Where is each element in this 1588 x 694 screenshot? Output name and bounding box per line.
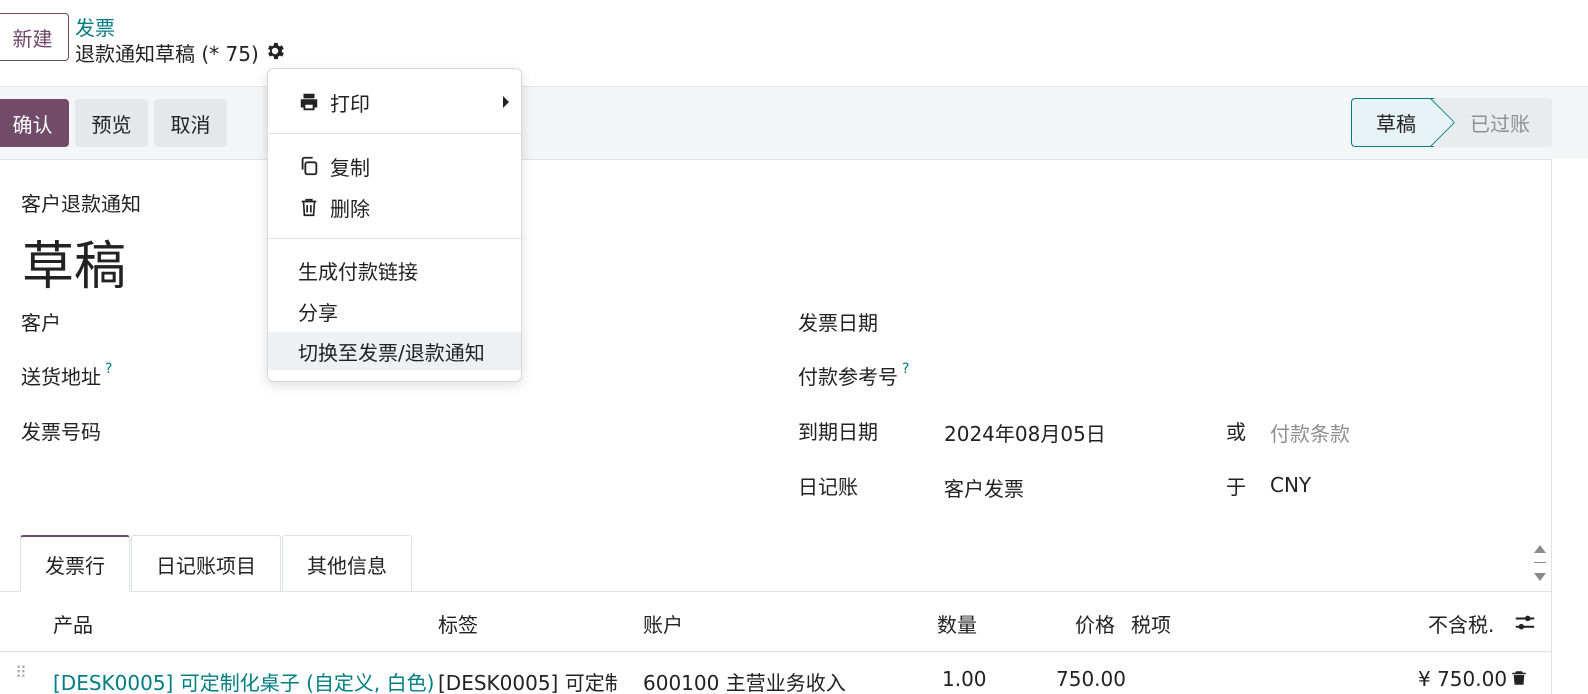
action-dropdown-menu: 打印 复制 删除 生成付款链接 分享 切换至发票/退款通知 [267, 68, 522, 382]
scroll-up-arrow[interactable] [1534, 545, 1546, 553]
column-header-taxes[interactable]: 税项 [1131, 609, 1171, 638]
help-tooltip-icon[interactable]: ? [105, 361, 112, 377]
menu-item-duplicate[interactable]: 复制 [268, 147, 521, 185]
journal-field[interactable]: 客户发票 [944, 473, 1024, 502]
printer-icon [300, 93, 318, 111]
payment-reference-label: 付款参考号? [798, 361, 909, 390]
column-header-label[interactable]: 标签 [438, 609, 478, 638]
due-date-label: 到期日期 [798, 420, 878, 444]
optional-columns-icon[interactable] [1514, 612, 1536, 634]
row-product[interactable]: [DESK0005] 可定制化桌子 (自定义, 白色) [53, 667, 434, 694]
drag-handle-icon[interactable]: ⠿ [15, 665, 29, 688]
breadcrumb-parent[interactable]: 发票 [75, 12, 115, 41]
or-label: 或 [1226, 420, 1246, 444]
control-bar: 确认 预览 取消 草稿 已过账 [0, 87, 1588, 159]
payment-terms-field[interactable]: 付款条款 [1270, 418, 1350, 447]
breadcrumb-current: 退款通知草稿 (* 75) [75, 42, 259, 66]
column-header-quantity[interactable]: 数量 [937, 609, 977, 638]
journal-label: 日记账 [798, 475, 858, 499]
invoice-date-label: 发票日期 [798, 311, 878, 335]
menu-item-duplicate-label: 复制 [330, 155, 370, 180]
scrollbar-track[interactable] [1534, 562, 1546, 563]
caret-right-icon [503, 96, 509, 108]
invoice-number-label: 发票号码 [21, 420, 101, 444]
menu-item-switch-invoice-refund[interactable]: 切换至发票/退款通知 [268, 332, 521, 370]
menu-item-delete[interactable]: 删除 [268, 188, 521, 226]
new-button[interactable]: 新建 [0, 13, 69, 61]
scroll-down-arrow[interactable] [1534, 573, 1546, 581]
currency-field[interactable]: CNY [1270, 473, 1311, 497]
confirm-button[interactable]: 确认 [0, 99, 69, 147]
row-price[interactable]: 750.00 [1056, 667, 1126, 691]
menu-item-print[interactable]: 打印 [268, 83, 521, 121]
delivery-address-label: 送货地址? [21, 361, 112, 390]
delete-row-icon[interactable] [1510, 668, 1528, 688]
menu-item-delete-label: 删除 [330, 196, 370, 221]
column-header-account[interactable]: 账户 [643, 609, 683, 638]
tab-journal-items[interactable]: 日记账项目 [131, 535, 281, 592]
top-header: 新建 发票 退款通知草稿 (* 75) [0, 0, 1588, 87]
document-type: 客户退款通知 [21, 192, 141, 216]
tab-other-info[interactable]: 其他信息 [282, 535, 412, 592]
preview-button[interactable]: 预览 [75, 99, 148, 147]
status-draft[interactable]: 草稿 [1351, 98, 1434, 147]
menu-divider [268, 133, 521, 134]
row-quantity[interactable]: 1.00 [942, 667, 987, 691]
menu-item-print-label: 打印 [330, 91, 370, 116]
menu-item-payment-link[interactable]: 生成付款链接 [268, 251, 521, 289]
customer-label: 客户 [21, 311, 61, 335]
cancel-button[interactable]: 取消 [154, 99, 227, 147]
due-date-field[interactable]: 2024年08月05日 [944, 418, 1106, 447]
page-title: 草稿 [22, 237, 127, 297]
menu-item-share[interactable]: 分享 [268, 292, 521, 330]
status-draft-label: 草稿 [1376, 112, 1416, 136]
payment-reference-text: 付款参考号 [798, 365, 898, 389]
status-bar: 草稿 已过账 [1351, 98, 1552, 147]
column-header-product[interactable]: 产品 [53, 609, 93, 638]
column-header-subtotal[interactable]: 不含税. [1428, 609, 1494, 638]
menu-divider [268, 238, 521, 239]
delivery-address-text: 送货地址 [21, 365, 101, 389]
column-header-price[interactable]: 价格 [1075, 609, 1115, 638]
notebook-tabs: 发票行 日记账项目 其他信息 [20, 535, 413, 592]
help-tooltip-icon[interactable]: ? [902, 361, 909, 377]
gear-icon[interactable] [264, 40, 286, 62]
copy-icon [301, 156, 318, 176]
row-account[interactable]: 600100 主营业务收入 [643, 667, 846, 694]
trash-icon [301, 198, 317, 217]
in-label: 于 [1226, 475, 1246, 499]
table-header-divider [0, 651, 1552, 652]
tab-invoice-lines[interactable]: 发票行 [20, 535, 130, 592]
row-subtotal: ¥ 750.00 [1418, 667, 1508, 691]
row-label[interactable]: [DESK0005] 可定制 [438, 667, 618, 694]
